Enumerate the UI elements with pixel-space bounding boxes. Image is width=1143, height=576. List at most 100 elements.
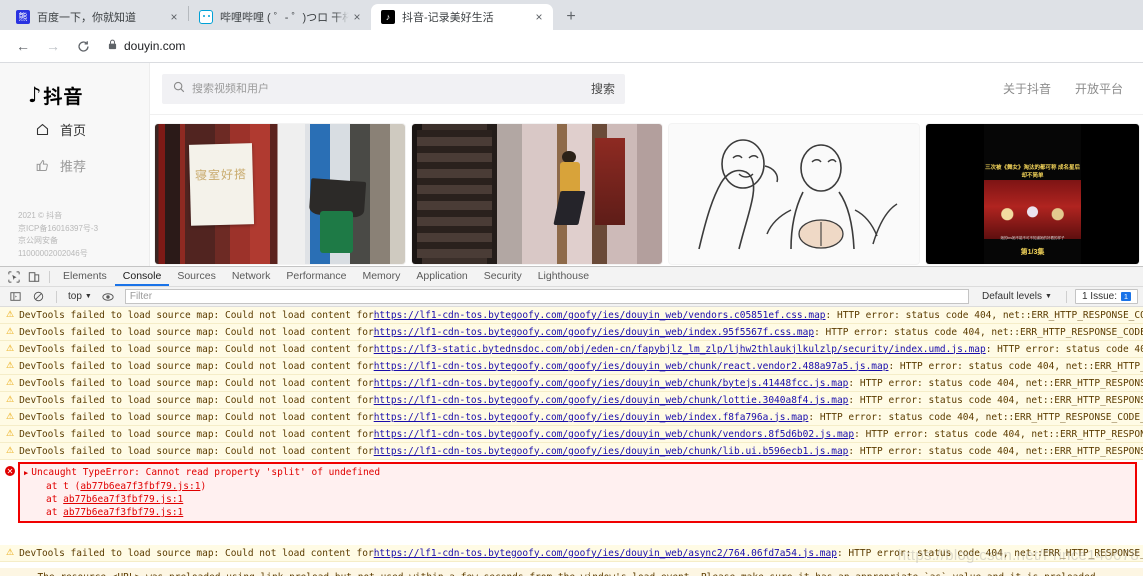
tab-sources[interactable]: Sources bbox=[169, 267, 224, 286]
stack-link[interactable]: ab77b6ea7f3fbf79.js:1 bbox=[80, 481, 200, 492]
video-card-4[interactable]: 三次被《舞女》淘汰的都可称 成名星后却不简单 她的ins她不能不可不知道她的好看… bbox=[926, 124, 1139, 264]
log-link[interactable]: https://lf1-cdn-tos.bytegoofy.com/goofy/… bbox=[374, 547, 837, 560]
warning-triangle-icon: ⚠ bbox=[6, 360, 15, 371]
search-input[interactable] bbox=[192, 82, 581, 95]
console-group-row[interactable]: ▶ 6 The resource <URL> was preloaded usi… bbox=[0, 568, 1143, 576]
stack-suffix: ) bbox=[200, 481, 207, 492]
console-log-row[interactable]: ⚠ DevTools failed to load source map: Co… bbox=[0, 392, 1143, 409]
footer-copyright: 2021 © 抖音 bbox=[18, 211, 63, 221]
console-log-row[interactable]: ⚠ DevTools failed to load source map: Co… bbox=[0, 426, 1143, 443]
error-headline[interactable]: ▶ Uncaught TypeError: Cannot read propert… bbox=[24, 466, 1131, 480]
tab-lighthouse[interactable]: Lighthouse bbox=[530, 267, 597, 286]
home-icon bbox=[34, 121, 51, 138]
header-links: 关于抖音 开放平台 bbox=[1003, 80, 1123, 97]
sidebar-item-recommend[interactable]: 推荐 bbox=[0, 147, 149, 183]
device-toolbar-icon[interactable] bbox=[24, 268, 44, 286]
browser-tab-bilibili[interactable]: 哔哩哔哩 ( ゜- ゜)つロ 干杯~-bili × bbox=[189, 4, 371, 30]
log-link[interactable]: https://lf1-cdn-tos.bytegoofy.com/goofy/… bbox=[374, 326, 814, 339]
live-expression-icon[interactable] bbox=[98, 288, 118, 306]
warning-triangle-icon: ⚠ bbox=[6, 309, 15, 320]
warning-triangle-icon: ⚠ bbox=[6, 394, 15, 405]
tab-security[interactable]: Security bbox=[476, 267, 530, 286]
expand-arrow-icon[interactable]: ▶ bbox=[24, 469, 28, 477]
douyin-header: 搜索 关于抖音 开放平台 bbox=[150, 63, 1143, 115]
inspect-element-icon[interactable] bbox=[4, 268, 24, 286]
log-text: DevTools failed to load source map: Coul… bbox=[19, 394, 374, 406]
console-log-row[interactable]: ⚠ DevTools failed to load source map: Co… bbox=[0, 375, 1143, 392]
close-icon[interactable]: × bbox=[166, 9, 182, 25]
log-link[interactable]: https://lf3-static.bytednsdoc.com/obj/ed… bbox=[374, 343, 986, 356]
filter-input[interactable] bbox=[124, 289, 969, 304]
log-text: DevTools failed to load source map: Coul… bbox=[19, 428, 374, 440]
tab-elements[interactable]: Elements bbox=[55, 267, 115, 286]
douyin-logo-text: 抖音 bbox=[43, 86, 84, 108]
log-link[interactable]: https://lf1-cdn-tos.bytegoofy.com/goofy/… bbox=[374, 309, 826, 322]
console-filter-bar: top ▼ Default levels ▼ 1 Issue: 1 bbox=[0, 287, 1143, 307]
log-suffix: : HTTP error: status code 404, net::ERR_… bbox=[814, 326, 1143, 338]
issues-count: 1 bbox=[1121, 292, 1131, 301]
address-bar[interactable]: douyin.com bbox=[108, 34, 1133, 58]
console-log-row[interactable]: ⚠ DevTools failed to load source map: Co… bbox=[0, 409, 1143, 426]
new-tab-button[interactable]: + bbox=[557, 4, 585, 30]
log-suffix: : HTTP error: status code 404, net::ERR_… bbox=[888, 360, 1143, 372]
console-log-list[interactable]: ⚠ DevTools failed to load source map: Co… bbox=[0, 307, 1143, 576]
toolbar-divider bbox=[49, 270, 50, 283]
video-card-1[interactable]: 寝室好搭 bbox=[155, 124, 405, 264]
open-platform-link[interactable]: 开放平台 bbox=[1075, 80, 1123, 97]
log-suffix: : HTTP error: status code 404, net::ERR_… bbox=[825, 309, 1143, 321]
stack-link[interactable]: ab77b6ea7f3fbf79.js:1 bbox=[63, 507, 183, 518]
console-log-row[interactable]: ⚠ DevTools failed to load source map: Co… bbox=[0, 358, 1143, 375]
footer-police-number[interactable]: 11000002002046号 bbox=[18, 248, 98, 260]
log-link[interactable]: https://lf1-cdn-tos.bytegoofy.com/goofy/… bbox=[374, 377, 849, 390]
log-link[interactable]: https://lf1-cdn-tos.bytegoofy.com/goofy/… bbox=[374, 411, 809, 424]
issues-badge[interactable]: 1 Issue: 1 bbox=[1074, 289, 1138, 304]
console-sidebar-icon[interactable] bbox=[5, 288, 25, 306]
devtools-panel: Elements Console Sources Network Perform… bbox=[0, 266, 1143, 576]
browser-tab-baidu[interactable]: 熊 百度一下，你就知道 × bbox=[6, 4, 188, 30]
console-log-row[interactable]: ⚠ DevTools failed to load source map: Co… bbox=[0, 443, 1143, 460]
log-levels-selector[interactable]: Default levels ▼ bbox=[976, 291, 1058, 302]
video-card-3[interactable] bbox=[669, 124, 919, 264]
console-log-row[interactable]: ⚠ DevTools failed to load source map: Co… bbox=[0, 324, 1143, 341]
log-link[interactable]: https://lf1-cdn-tos.bytegoofy.com/goofy/… bbox=[374, 360, 889, 373]
log-link[interactable]: https://lf1-cdn-tos.bytegoofy.com/goofy/… bbox=[374, 394, 849, 407]
browser-chrome: 熊 百度一下，你就知道 × 哔哩哔哩 ( ゜- ゜)つロ 干杯~-bili × … bbox=[0, 0, 1143, 63]
browser-tab-douyin[interactable]: ♪ 抖音-记录美好生活 × bbox=[371, 4, 553, 30]
back-icon[interactable]: ← bbox=[10, 33, 36, 59]
sidebar-item-home[interactable]: 首页 bbox=[0, 111, 149, 147]
log-link[interactable]: https://lf1-cdn-tos.bytegoofy.com/goofy/… bbox=[374, 445, 849, 458]
douyin-logo[interactable]: ♪ 抖音 bbox=[0, 63, 149, 111]
search-bar[interactable]: 搜索 bbox=[162, 73, 625, 104]
filterbar-divider bbox=[56, 290, 57, 303]
console-log-row[interactable]: ⚠ DevTools failed to load source map: Co… bbox=[0, 545, 1143, 562]
clear-console-icon[interactable] bbox=[28, 288, 48, 306]
about-douyin-link[interactable]: 关于抖音 bbox=[1003, 80, 1051, 97]
browser-toolbar: ← → douyin.com bbox=[0, 30, 1143, 63]
tab-console[interactable]: Console bbox=[114, 267, 170, 286]
footer-icp[interactable]: 京ICP备16016397号-3 bbox=[18, 223, 98, 235]
stack-prefix: at bbox=[46, 494, 64, 505]
console-log-row[interactable]: ⚠ DevTools failed to load source map: Co… bbox=[0, 341, 1143, 358]
reload-icon[interactable] bbox=[70, 33, 96, 59]
tab-network[interactable]: Network bbox=[224, 267, 279, 286]
sketch-illustration bbox=[669, 124, 919, 264]
close-icon[interactable]: × bbox=[349, 9, 365, 25]
console-log-row[interactable]: ⚠ DevTools failed to load source map: Co… bbox=[0, 307, 1143, 324]
tab-memory[interactable]: Memory bbox=[354, 267, 408, 286]
tab-performance[interactable]: Performance bbox=[278, 267, 354, 286]
tab-strip: 熊 百度一下，你就知道 × 哔哩哔哩 ( ゜- ゜)つロ 干杯~-bili × … bbox=[0, 0, 1143, 30]
forward-icon[interactable]: → bbox=[40, 33, 66, 59]
issues-label: 1 Issue: bbox=[1081, 291, 1117, 302]
tab-title: 抖音-记录美好生活 bbox=[402, 12, 494, 24]
stack-link[interactable]: ab77b6ea7f3fbf79.js:1 bbox=[63, 494, 183, 505]
tab-application[interactable]: Application bbox=[408, 267, 475, 286]
video-card-1-caption: 寝室好搭 bbox=[194, 167, 248, 183]
console-error-row[interactable]: ✕ ▶ Uncaught TypeError: Cannot read prope… bbox=[5, 462, 1137, 523]
video-card-2[interactable] bbox=[412, 124, 662, 264]
log-suffix: : HTTP error: status code 404, net::ERR_… bbox=[848, 377, 1143, 389]
context-selector[interactable]: top ▼ bbox=[65, 291, 95, 302]
log-link[interactable]: https://lf1-cdn-tos.bytegoofy.com/goofy/… bbox=[374, 428, 854, 441]
warning-triangle-icon: ⚠ bbox=[6, 547, 15, 558]
close-icon[interactable]: × bbox=[531, 9, 547, 25]
search-button[interactable]: 搜索 bbox=[581, 80, 615, 97]
